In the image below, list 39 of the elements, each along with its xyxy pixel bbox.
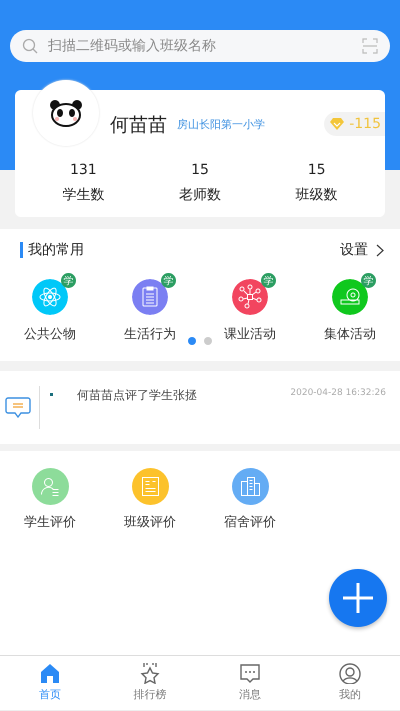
badge: 学 bbox=[161, 273, 176, 288]
tab-icon bbox=[138, 662, 162, 684]
stat-label: 老师数 bbox=[178, 186, 221, 204]
page-dot[interactable] bbox=[188, 337, 196, 345]
scan-icon[interactable] bbox=[362, 38, 378, 54]
tab[interactable]: 排行榜 bbox=[100, 656, 200, 710]
shortcut-item[interactable]: 学 课业活动 bbox=[200, 271, 300, 343]
search-field[interactable]: 扫描二维码或输入班级名称 bbox=[10, 30, 390, 62]
shortcut-item[interactable]: 学 集体活动 bbox=[300, 271, 400, 343]
school-name: 房山长阳第一小学 bbox=[177, 116, 266, 132]
shortcut-item[interactable]: 学 生活行为 bbox=[100, 271, 200, 343]
comment-icon bbox=[5, 396, 31, 420]
evaluation-item[interactable]: 宿舍评价 bbox=[200, 468, 300, 531]
shortcut-item[interactable]: 学 公共公物 bbox=[0, 271, 100, 343]
badge: 学 bbox=[261, 273, 276, 288]
feed-text: 何苗苗点评了学生张拯 bbox=[77, 387, 198, 404]
section-title: 我的常用 bbox=[20, 242, 340, 258]
feed-time: 2020-04-28 16:32:26 bbox=[290, 388, 386, 398]
stat-value: 131 bbox=[70, 162, 97, 178]
stat-label: 学生数 bbox=[62, 186, 104, 204]
plus-icon bbox=[342, 582, 374, 614]
bullet-icon bbox=[50, 393, 53, 396]
chevron-right-icon bbox=[376, 244, 384, 256]
tab-icon bbox=[338, 662, 362, 684]
stat-label: 班级数 bbox=[296, 186, 338, 204]
points-badge: -115 bbox=[324, 112, 385, 136]
tab[interactable]: 消息 bbox=[200, 656, 300, 710]
badge: 学 bbox=[361, 273, 376, 288]
tab-icon bbox=[238, 662, 262, 684]
user-name: 何苗苗 bbox=[110, 113, 167, 138]
evaluation-item[interactable]: 班级评价 bbox=[100, 468, 200, 531]
tab[interactable]: 我的 bbox=[300, 656, 400, 710]
settings-link[interactable]: 设置 bbox=[340, 241, 384, 259]
evaluation-item[interactable]: 学生评价 bbox=[0, 468, 100, 531]
tab-icon bbox=[38, 662, 62, 684]
badge: 学 bbox=[61, 273, 76, 288]
stat-value: 15 bbox=[191, 162, 209, 178]
page-dot[interactable] bbox=[204, 337, 212, 345]
stat-value: 15 bbox=[308, 162, 326, 178]
